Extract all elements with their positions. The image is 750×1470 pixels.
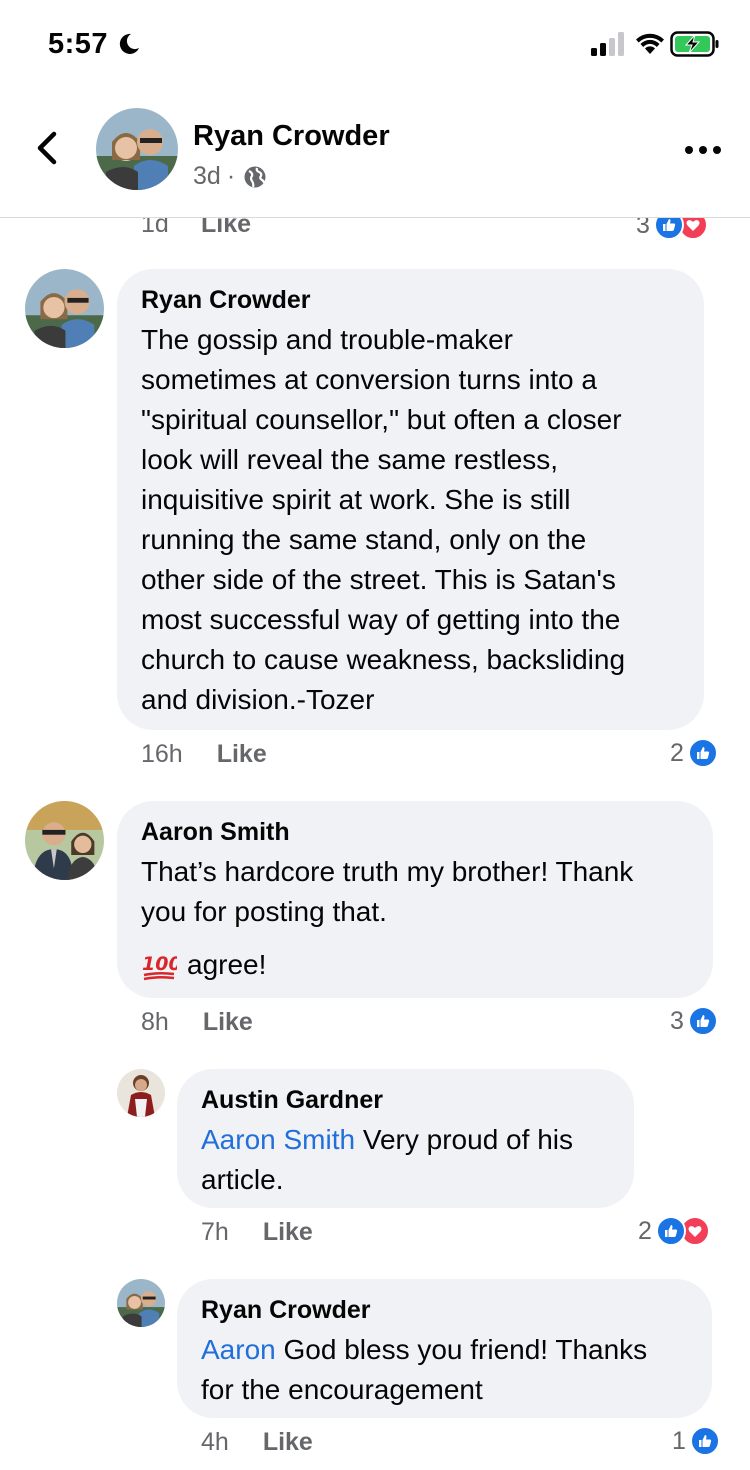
mention-link[interactable]: Aaron [201, 1334, 276, 1365]
hundred-points-icon: 100 [142, 953, 177, 981]
like-reaction-icon [655, 1216, 686, 1246]
reply-bubble[interactable]: Ryan Crowder Aaron God bless you friend!… [177, 1279, 712, 1418]
reaction-summary[interactable]: 2 [638, 1216, 710, 1246]
reaction-count: 2 [638, 1216, 652, 1245]
comment-bubble[interactable]: Aaron Smith That’s hardcore truth my bro… [117, 801, 713, 998]
like-button[interactable]: Like [263, 1428, 313, 1457]
status-time: 5:57 [48, 28, 109, 60]
comment-author[interactable]: Aaron Smith [141, 818, 290, 847]
reply-bubble[interactable]: Austin Gardner Aaron Smith Very proud of… [177, 1069, 634, 1208]
back-arrow-icon[interactable] [30, 128, 66, 168]
like-reaction-icon [689, 1426, 720, 1456]
reaction-count: 3 [670, 1006, 684, 1035]
post-age[interactable]: 3d [193, 162, 221, 191]
like-button[interactable]: Like [263, 1218, 313, 1247]
comment-actions: 8h Like [141, 1008, 253, 1037]
battery-charging-icon [670, 31, 719, 57]
cellular-signal-icon [591, 32, 624, 56]
commenter-avatar[interactable] [25, 269, 104, 348]
like-reaction-icon [687, 738, 718, 768]
reply-time[interactable]: 4h [201, 1428, 229, 1457]
comment-time[interactable]: 8h [141, 1008, 169, 1037]
comment-bubble[interactable]: Ryan Crowder The gossip and trouble-make… [117, 269, 704, 730]
like-button[interactable]: Like [203, 1008, 253, 1037]
like-button[interactable]: Like [217, 740, 267, 769]
meta-separator: · [226, 162, 236, 190]
like-reaction-icon [687, 1006, 718, 1036]
comment-emoji-line: 100 agree! [142, 949, 267, 981]
comment-actions: 16h Like [141, 740, 267, 769]
reply-text: Aaron God bless you friend! Thanks for t… [201, 1334, 648, 1405]
comment-text: That’s hardcore truth my brother! Thank … [141, 856, 634, 927]
more-options-icon[interactable] [683, 138, 723, 162]
wifi-icon [636, 33, 664, 54]
reaction-count: 2 [670, 738, 684, 767]
reaction-summary[interactable]: 1 [672, 1426, 720, 1456]
reply-actions: 7h Like [201, 1218, 313, 1247]
reply-author[interactable]: Austin Gardner [201, 1086, 383, 1115]
svg-text:100: 100 [142, 953, 177, 975]
post-header: Ryan Crowder 3d · [0, 90, 750, 218]
status-bar: 5:57 [0, 0, 750, 90]
mention-link[interactable]: Aaron Smith [201, 1124, 355, 1155]
author-avatar[interactable] [96, 108, 178, 190]
reply-avatar[interactable] [117, 1069, 165, 1117]
reply-actions: 4h Like [201, 1428, 313, 1457]
reaction-count: 1 [672, 1426, 686, 1455]
globe-public-icon [244, 166, 266, 187]
reply-avatar[interactable] [117, 1279, 165, 1327]
reaction-summary[interactable]: 3 [670, 1006, 718, 1036]
comment-author[interactable]: Ryan Crowder [141, 286, 310, 315]
reaction-summary[interactable]: 2 [670, 738, 718, 768]
commenter-avatar[interactable] [25, 801, 104, 880]
comment-time[interactable]: 16h [141, 740, 183, 769]
reply-time[interactable]: 7h [201, 1218, 229, 1247]
comment-text: The gossip and trouble-maker sometimes a… [141, 324, 626, 715]
post-author-name[interactable]: Ryan Crowder [193, 120, 390, 153]
post-meta: 3d · [193, 162, 267, 191]
reply-author[interactable]: Ryan Crowder [201, 1296, 370, 1325]
reply-text: Aaron Smith Very proud of his article. [201, 1124, 573, 1195]
do-not-disturb-moon-icon [119, 33, 139, 54]
